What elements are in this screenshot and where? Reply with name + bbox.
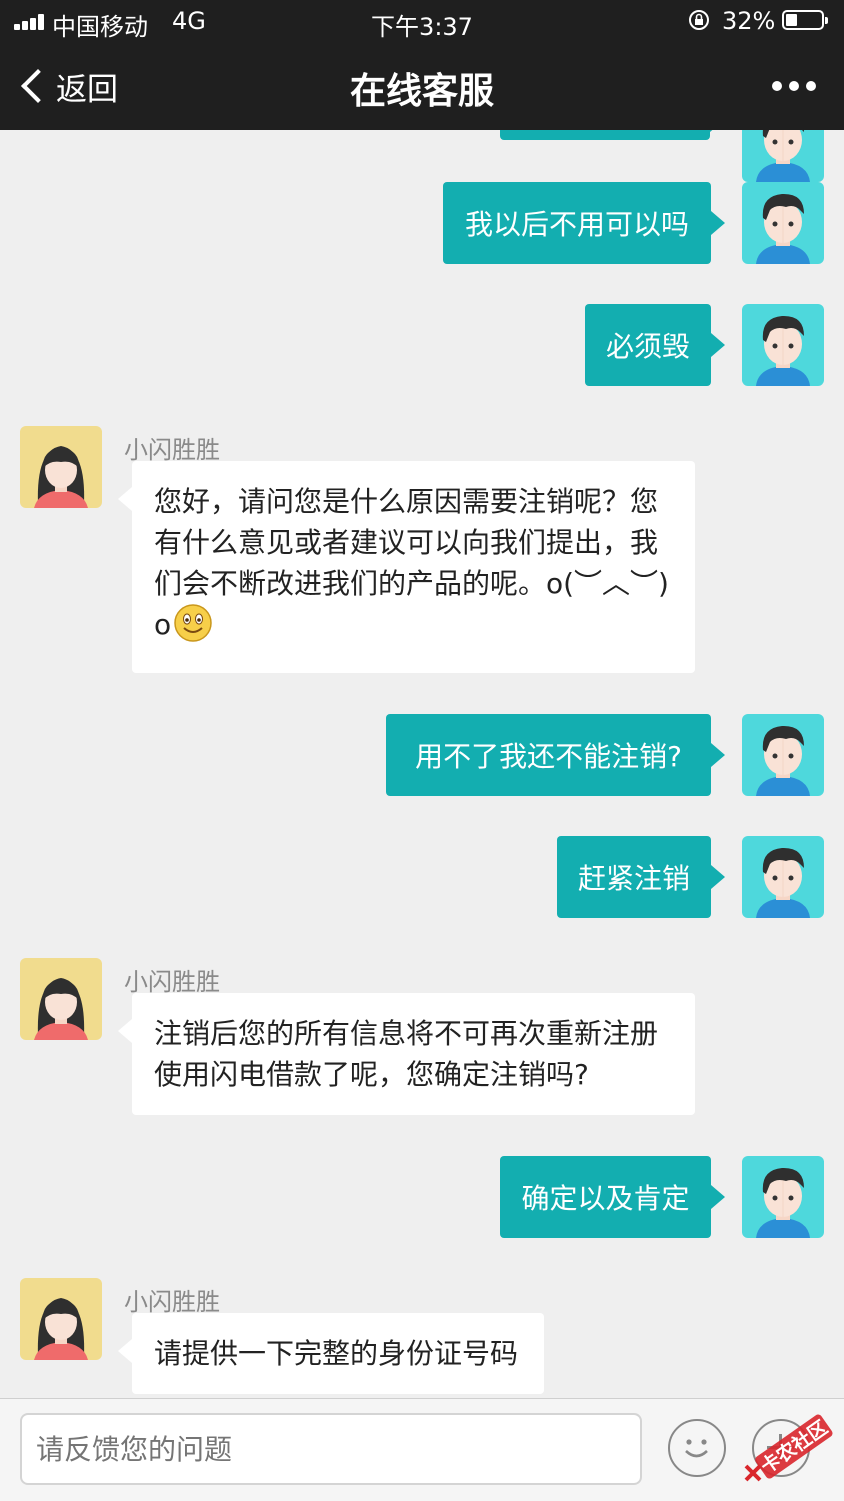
sender-name: 小闪胜胜 [124,968,220,996]
emoji-icon[interactable] [668,1419,726,1477]
sender-name: 小闪胜胜 [124,436,220,464]
user-avatar [742,714,824,796]
agent-avatar [20,426,102,508]
rotation-lock-icon [689,10,709,30]
battery-percent: 32% [722,7,776,35]
user-avatar [742,182,824,264]
watermark-logo: 卡农社区 [744,1414,833,1482]
message-line: 注销后您的所有信息将不可再次重新注册 [154,1017,659,1050]
page-title: 在线客服 [349,71,494,112]
outgoing-message[interactable]: 必须毁 [585,304,725,386]
incoming-message[interactable]: 注销后您的所有信息将不可再次重新注册 使用闪电借款了呢，您确定注销吗? [118,993,695,1115]
input-bar [0,1398,844,1501]
message-line: 使用闪电借款了呢，您确定注销吗? [154,1058,589,1091]
chat-area[interactable]: 我以后不用可以吗 必须毁 小闪胜胜 您好，请问您是什么原因需要注销呢？您 有什么… [0,130,844,1398]
agent-avatar [20,958,102,1040]
status-bar: 中国移动 4G 下午3:37 32% [0,0,844,44]
message-line: 您好，请问您是什么原因需要注销呢？您 [154,485,659,518]
outgoing-message[interactable]: 赶紧注销 [557,836,725,918]
message-line: 请提供一下完整的身份证号码 [154,1337,519,1370]
top-bar: 中国移动 4G 下午3:37 32% 返回 在线客服 [0,0,844,130]
feedback-input[interactable] [20,1413,642,1485]
agent-avatar [20,1278,102,1360]
user-avatar [742,836,824,918]
more-dots-icon[interactable] [772,81,816,91]
clock: 下午3:37 [371,13,473,41]
nav-bar: 返回 在线客服 [0,44,844,130]
user-avatar [742,130,824,182]
outgoing-message-partial[interactable] [500,130,724,140]
message-line: 有什么意见或者建议可以向我们提出，我 [154,526,659,559]
svg-text:卡农社区: 卡农社区 [756,1416,831,1478]
user-avatar [742,304,824,386]
battery-icon [782,10,828,30]
outgoing-message[interactable]: 确定以及肯定 [500,1156,725,1238]
sender-name: 小闪胜胜 [124,1288,220,1316]
user-avatar [742,1156,824,1238]
message-line: o [154,608,172,641]
message-line: 们会不断改进我们的产品的呢。o(︶︿︶) [154,567,669,600]
incoming-message[interactable]: 请提供一下完整的身份证号码 [118,1313,544,1394]
incoming-message[interactable]: 您好，请问您是什么原因需要注销呢？您 有什么意见或者建议可以向我们提出，我 们会… [118,461,695,673]
outgoing-message[interactable]: 用不了我还不能注销? [386,714,725,796]
outgoing-message[interactable]: 我以后不用可以吗 [443,182,725,264]
smiley-emoji-icon [174,604,213,642]
